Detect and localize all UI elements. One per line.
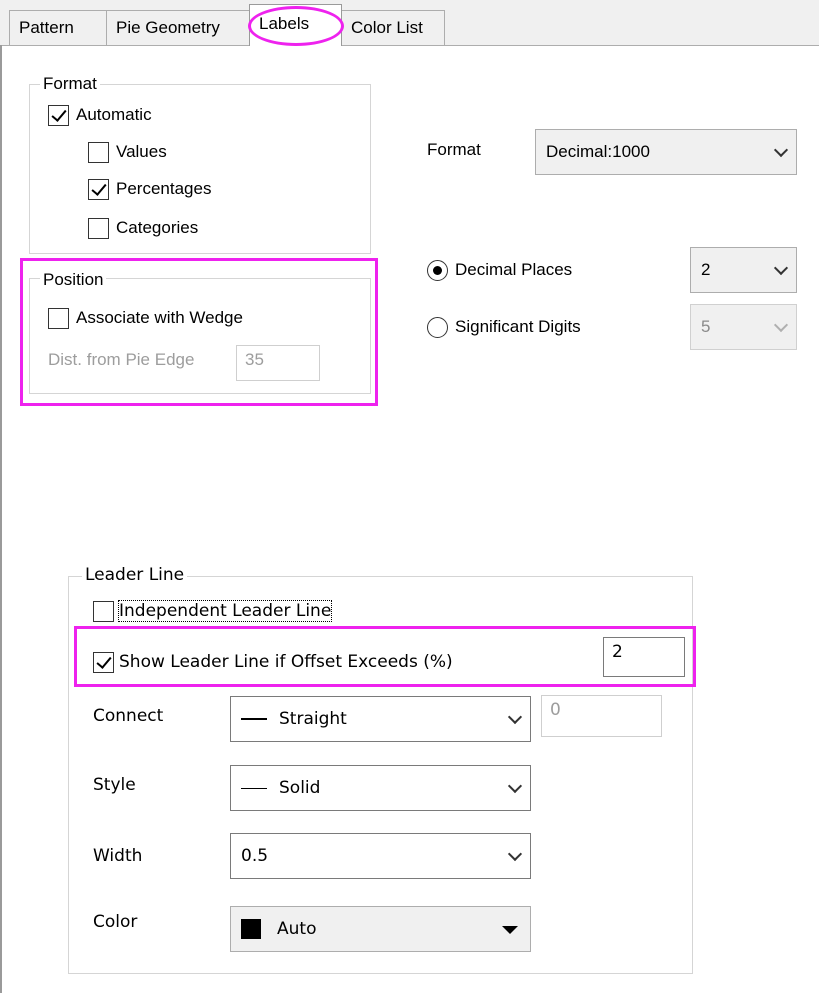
style-label: Style [93, 775, 136, 795]
significant-digits-select[interactable]: 5 [690, 304, 797, 350]
position-highlight [20, 258, 378, 406]
pane-left-border [0, 45, 2, 993]
decimal-places-value: 2 [701, 260, 711, 279]
color-swatch [241, 919, 261, 939]
triangle-down-icon [502, 926, 518, 934]
width-value: 0.5 [241, 846, 269, 866]
categories-checkbox[interactable]: Categories [88, 216, 198, 240]
independent-leader-check-box[interactable] [93, 600, 114, 622]
automatic-check-box[interactable] [48, 104, 69, 126]
format-select-value: Decimal:1000 [546, 142, 650, 161]
values-label: Values [116, 142, 167, 161]
chevron-down-icon [773, 260, 789, 276]
automatic-label: Automatic [76, 105, 152, 124]
format-group-title: Format [40, 74, 100, 94]
tab-color-list[interactable]: Color List [341, 10, 445, 45]
chevron-down-icon [773, 317, 789, 333]
independent-leader-checkbox[interactable]: Independent Leader Line [93, 599, 333, 623]
tab-pane-border [0, 45, 819, 46]
categories-label: Categories [116, 218, 199, 237]
connect-offset-input[interactable]: 0 [541, 695, 662, 737]
values-checkbox[interactable]: Values [88, 140, 167, 164]
decimal-places-radio[interactable]: Decimal Places [427, 258, 572, 282]
tab-pie-geometry-label: Pie Geometry [116, 18, 220, 37]
values-check-box[interactable] [88, 141, 109, 163]
connect-select[interactable]: Straight [230, 696, 531, 742]
chevron-down-icon [507, 846, 523, 862]
color-value: Auto [277, 919, 317, 939]
connect-offset-value: 0 [550, 700, 561, 720]
automatic-checkbox[interactable]: Automatic [48, 103, 152, 127]
labels-tab-highlight [248, 6, 344, 46]
percentages-checkbox[interactable]: Percentages [88, 177, 211, 201]
tab-pattern[interactable]: Pattern [9, 10, 107, 45]
width-label: Width [93, 846, 143, 866]
significant-digits-radio[interactable]: Significant Digits [427, 315, 581, 339]
independent-leader-label: Independent Leader Line [117, 600, 333, 622]
style-select[interactable]: Solid [230, 765, 531, 811]
chevron-down-icon [773, 142, 789, 158]
leader-line-group-title: Leader Line [82, 565, 188, 585]
significant-digits-value: 5 [701, 317, 711, 336]
solid-line-icon [241, 787, 267, 789]
significant-digits-radio-button[interactable] [427, 316, 448, 338]
tab-pattern-label: Pattern [19, 18, 74, 37]
width-select[interactable]: 0.5 [230, 833, 531, 879]
format-select[interactable]: Decimal:1000 [535, 129, 797, 175]
decimal-places-radio-button[interactable] [427, 259, 448, 281]
format-select-label: Format [427, 140, 481, 159]
connect-value: Straight [279, 709, 347, 729]
tab-pie-geometry[interactable]: Pie Geometry [106, 10, 250, 45]
chevron-down-icon [507, 778, 523, 794]
decimal-places-select[interactable]: 2 [690, 247, 797, 293]
straight-line-icon [241, 718, 267, 720]
significant-digits-label: Significant Digits [455, 317, 581, 336]
categories-check-box[interactable] [88, 217, 109, 239]
color-select[interactable]: Auto [230, 906, 531, 952]
style-value: Solid [279, 778, 321, 798]
color-label: Color [93, 912, 138, 932]
tab-color-list-label: Color List [351, 18, 423, 37]
connect-label: Connect [93, 706, 164, 726]
decimal-places-label: Decimal Places [455, 260, 573, 279]
percentages-label: Percentages [116, 179, 212, 198]
percentages-check-box[interactable] [88, 178, 109, 200]
show-leader-highlight [74, 626, 696, 687]
chevron-down-icon [507, 709, 523, 725]
